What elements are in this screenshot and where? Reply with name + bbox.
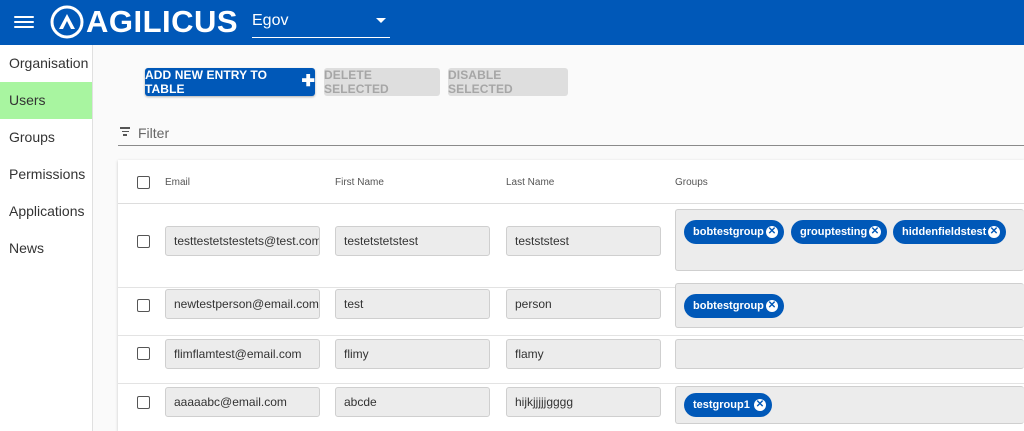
group-chip-label: bobtestgroup <box>693 300 764 312</box>
header-last-name[interactable]: Last Name <box>506 177 554 188</box>
group-chip: grouptesting ✕ <box>791 220 887 244</box>
group-chip: bobtestgroup ✕ <box>684 220 784 244</box>
organisation-select-value: Egov <box>252 12 289 29</box>
close-circle-icon[interactable]: ✕ <box>869 226 881 238</box>
close-circle-icon[interactable]: ✕ <box>754 399 766 411</box>
table-row: aaaaabc@email.com abcde hijkjjjjjgggg te… <box>118 384 1024 431</box>
users-table: Email First Name Last Name Groups testte… <box>118 160 1024 431</box>
close-circle-icon[interactable]: ✕ <box>766 300 778 312</box>
email-field[interactable]: aaaaabc@email.com <box>165 387 320 417</box>
sidebar-item-users[interactable]: Users <box>0 82 92 119</box>
logo[interactable]: AGILICUS <box>50 5 238 39</box>
filter-input[interactable] <box>138 123 998 143</box>
last-name-field[interactable]: person <box>506 289 661 319</box>
sidebar-item-news[interactable]: News <box>0 230 92 267</box>
first-name-field[interactable]: test <box>335 289 490 319</box>
header-groups[interactable]: Groups <box>675 177 708 188</box>
group-chip-label: grouptesting <box>800 226 868 238</box>
first-name-field[interactable]: flimy <box>335 339 490 369</box>
groups-field[interactable] <box>675 339 1024 369</box>
header-first-name[interactable]: First Name <box>335 177 384 188</box>
top-app-bar: AGILICUS Egov <box>0 0 1024 45</box>
group-chip: testgroup1 ✕ <box>684 393 772 417</box>
header-email[interactable]: Email <box>165 177 190 188</box>
agilicus-logo-icon <box>50 5 84 39</box>
last-name-field[interactable]: flamy <box>506 339 661 369</box>
groups-field[interactable]: bobtestgroup ✕ grouptesting ✕ hiddenfiel… <box>675 209 1024 271</box>
first-name-field[interactable]: testetstetstest <box>335 226 490 256</box>
sidebar-item-organisation[interactable]: Organisation <box>0 45 92 82</box>
add-new-entry-button[interactable]: ADD NEW ENTRY TO TABLE ✚ <box>145 68 315 96</box>
row-checkbox[interactable] <box>137 235 150 248</box>
sidebar-item-permissions[interactable]: Permissions <box>0 156 92 193</box>
organisation-select[interactable]: Egov <box>252 8 390 38</box>
sidebar: Organisation Users Groups Permissions Ap… <box>0 45 93 431</box>
filter-field <box>118 120 1024 146</box>
table-row: newtestperson@email.com test person bobt… <box>118 283 1024 336</box>
row-checkbox[interactable] <box>137 347 150 360</box>
logo-text: AGILICUS <box>86 4 239 39</box>
delete-selected-button[interactable]: DELETE SELECTED <box>324 68 440 96</box>
groups-field[interactable]: bobtestgroup ✕ <box>675 283 1024 328</box>
menu-icon[interactable] <box>14 13 34 31</box>
group-chip-label: hiddenfieldstest <box>902 226 987 238</box>
last-name-field[interactable]: hijkjjjjjgggg <box>506 387 661 417</box>
row-checkbox[interactable] <box>137 396 150 409</box>
plus-icon: ✚ <box>301 73 315 90</box>
email-field[interactable]: flimflamtest@email.com <box>165 339 320 369</box>
group-chip-label: testgroup1 <box>693 399 750 411</box>
first-name-field[interactable]: abcde <box>335 387 490 417</box>
close-circle-icon[interactable]: ✕ <box>988 226 1000 238</box>
filter-icon <box>120 127 130 136</box>
group-chip: bobtestgroup ✕ <box>684 294 784 318</box>
email-field[interactable]: testtestetstestets@test.com <box>165 226 320 256</box>
close-circle-icon[interactable]: ✕ <box>766 226 778 238</box>
disable-selected-button[interactable]: DISABLE SELECTED <box>448 68 568 96</box>
chevron-down-icon <box>376 18 386 23</box>
last-name-field[interactable]: testststest <box>506 226 661 256</box>
group-chip-label: bobtestgroup <box>693 226 764 238</box>
add-new-entry-label: ADD NEW ENTRY TO TABLE <box>145 68 268 96</box>
table-row: flimflamtest@email.com flimy flamy <box>118 336 1024 384</box>
sidebar-item-groups[interactable]: Groups <box>0 119 92 156</box>
group-chip: hiddenfieldstest ✕ <box>893 220 1006 244</box>
table-row: testtestetstestets@test.com testetstetst… <box>118 204 1024 288</box>
sidebar-item-applications[interactable]: Applications <box>0 193 92 230</box>
email-field[interactable]: newtestperson@email.com <box>165 289 320 319</box>
groups-field[interactable]: testgroup1 ✕ <box>675 386 1024 424</box>
row-checkbox[interactable] <box>137 299 150 312</box>
table-header-row: Email First Name Last Name Groups <box>118 160 1024 204</box>
select-all-checkbox[interactable] <box>137 176 150 189</box>
